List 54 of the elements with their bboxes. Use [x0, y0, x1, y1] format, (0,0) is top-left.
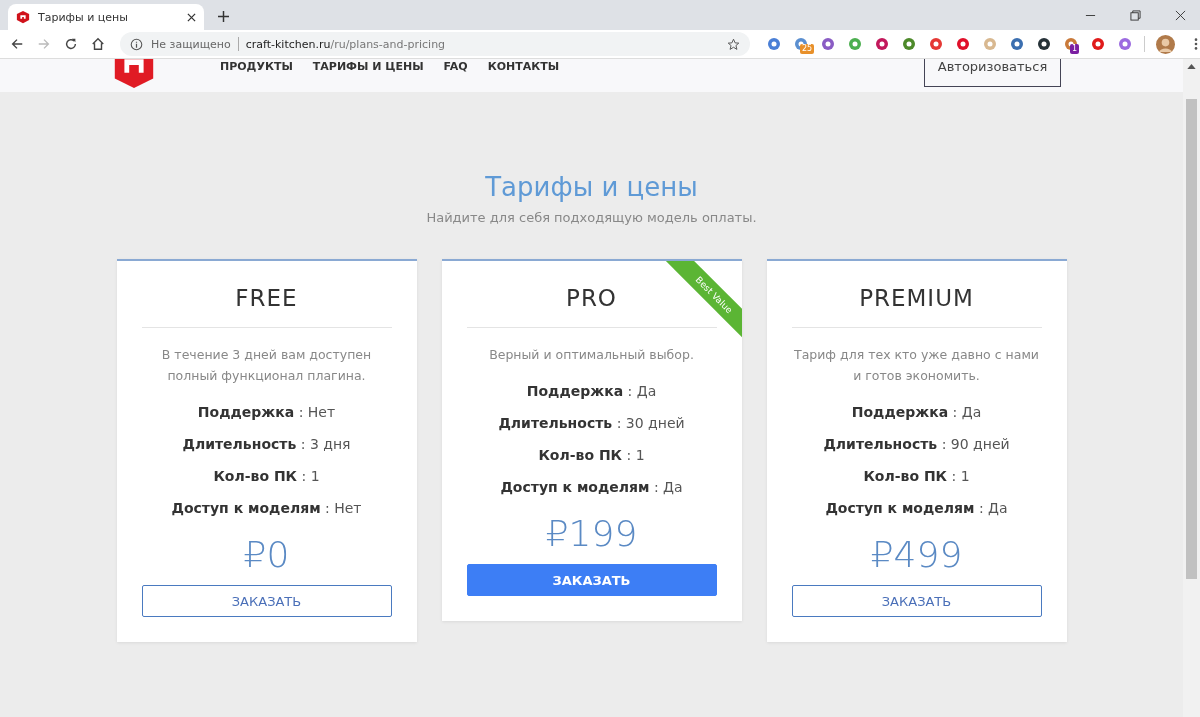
star-icon[interactable]: [727, 37, 740, 51]
plan-feature: Поддержка : Нет: [197, 403, 336, 422]
plan-name: PRO: [566, 285, 617, 311]
url-text: craft-kitchen.ru/ru/plans-and-pricing: [245, 37, 447, 51]
order-button[interactable]: ЗАКАЗАТЬ: [141, 585, 392, 617]
browser-tab[interactable]: Тарифы и цены: [8, 4, 204, 30]
scrollbar-thumb[interactable]: [1186, 99, 1197, 579]
order-button[interactable]: ЗАКАЗАТЬ: [466, 564, 717, 596]
plan-description: Тариф для тех кто уже давно с нами и готов экономить.: [793, 346, 1040, 385]
back-icon[interactable]: [10, 37, 24, 51]
plan-feature: Поддержка : Да: [526, 382, 657, 401]
close-icon[interactable]: [1175, 9, 1186, 21]
plan-name: FREE: [235, 285, 298, 311]
plan-feature: Доступ к моделям : Нет: [171, 499, 362, 518]
nav-link[interactable]: ТАРИФЫ И ЦЕНЫ: [312, 59, 424, 73]
plan-description: Верный и оптимальный выбор.: [489, 346, 694, 364]
nav-link[interactable]: КОНТАКТЫ: [487, 59, 560, 73]
restore-icon[interactable]: [1130, 9, 1141, 21]
menu-icon[interactable]: [1194, 37, 1198, 51]
home-icon[interactable]: [91, 37, 105, 51]
plan-feature: Кол-во ПК : 1: [213, 467, 320, 486]
plus-icon[interactable]: [218, 11, 229, 22]
plan-feature: Доступ к моделям : Да: [825, 499, 1008, 518]
plan-price: ₽199: [545, 513, 638, 554]
scrollbar[interactable]: [1183, 59, 1200, 717]
plan-feature: Длительность : 3 дня: [182, 435, 351, 454]
plan-description: В течение 3 дней вам доступен полный функционал плагина.: [160, 346, 373, 385]
scroll-up-icon[interactable]: [1187, 64, 1196, 69]
extension-badge: 1: [1070, 44, 1080, 54]
plan-feature: Длительность : 30 дней: [498, 414, 685, 433]
plan-price: ₽499: [870, 534, 963, 575]
order-button[interactable]: ЗАКАЗАТЬ: [791, 585, 1042, 617]
plan-feature: Кол-во ПК : 1: [538, 446, 645, 465]
page-title: Тарифы и цены: [485, 172, 698, 202]
reload-icon[interactable]: [64, 37, 78, 51]
info-icon: [130, 37, 143, 51]
extension-badge: 25: [800, 44, 815, 54]
security-label: Не защищено: [151, 37, 231, 51]
login-button[interactable]: Авторизоваться: [924, 59, 1061, 87]
close-icon[interactable]: [187, 12, 196, 22]
plan-feature: Длительность : 90 дней: [823, 435, 1010, 454]
address-bar[interactable]: Не защищено craft-kitchen.ru/ru/plans-and-pricing: [120, 32, 750, 56]
extension-icon[interactable]: [1036, 36, 1052, 52]
plan-price: ₽0: [243, 534, 290, 575]
plan-feature: Доступ к моделям : Да: [500, 478, 683, 497]
avatar-icon[interactable]: [1156, 34, 1175, 54]
page-subtitle: Найдите для себя подходящую модель оплаты.: [426, 210, 757, 225]
nav-link[interactable]: FAQ: [443, 59, 468, 73]
extension-icon[interactable]: [874, 36, 890, 52]
plan-feature: Поддержка : Да: [851, 403, 982, 422]
plan-name: PREMIUM: [859, 285, 974, 311]
cube-logo-icon: [16, 10, 30, 24]
plan-feature: Кол-во ПК : 1: [863, 467, 970, 486]
nav-link[interactable]: ПРОДУКТЫ: [220, 59, 293, 73]
